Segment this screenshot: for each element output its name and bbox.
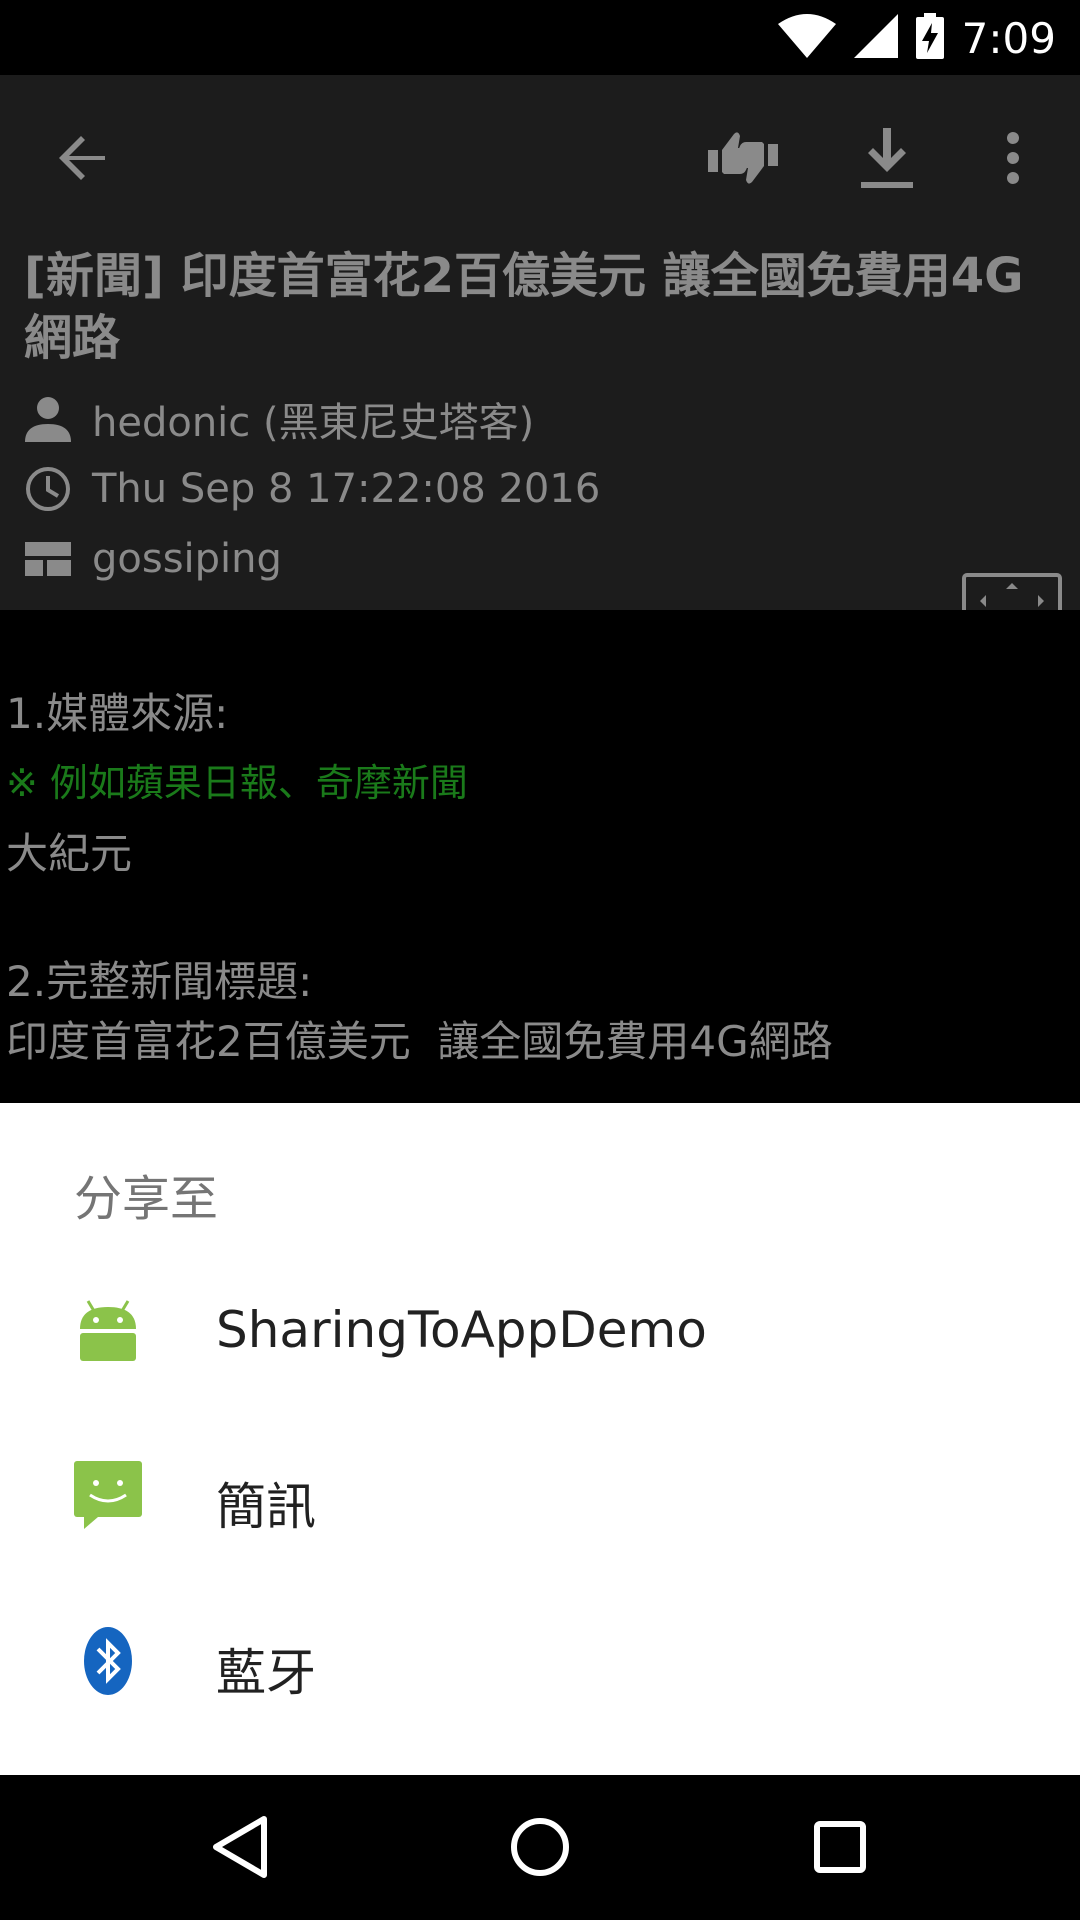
circle-home-icon <box>511 1818 569 1876</box>
share-target-messaging[interactable]: 簡訊 <box>0 1419 1080 1585</box>
share-target-label: 簡訊 <box>216 1478 316 1536</box>
square-recents-icon <box>814 1821 866 1873</box>
navigation-bar <box>0 1775 1080 1920</box>
nav-back-button[interactable] <box>190 1797 290 1897</box>
share-target-label: 藍牙 <box>216 1644 316 1702</box>
android-icon <box>72 1293 144 1365</box>
share-target-bluetooth[interactable]: 藍牙 <box>0 1585 1080 1751</box>
share-sheet: 分享至 SharingToAppDemo 簡訊 藍牙 <box>0 1103 1080 1775</box>
messaging-icon <box>72 1459 144 1531</box>
bluetooth-icon <box>72 1625 144 1697</box>
dim-overlay[interactable] <box>0 0 1080 1103</box>
share-sheet-title: 分享至 <box>74 1171 219 1227</box>
share-target-sharingtoappdemo[interactable]: SharingToAppDemo <box>0 1253 1080 1419</box>
nav-home-button[interactable] <box>490 1797 590 1897</box>
share-target-label: SharingToAppDemo <box>216 1301 707 1359</box>
triangle-back-icon <box>213 1816 267 1878</box>
nav-recents-button[interactable] <box>790 1797 890 1897</box>
